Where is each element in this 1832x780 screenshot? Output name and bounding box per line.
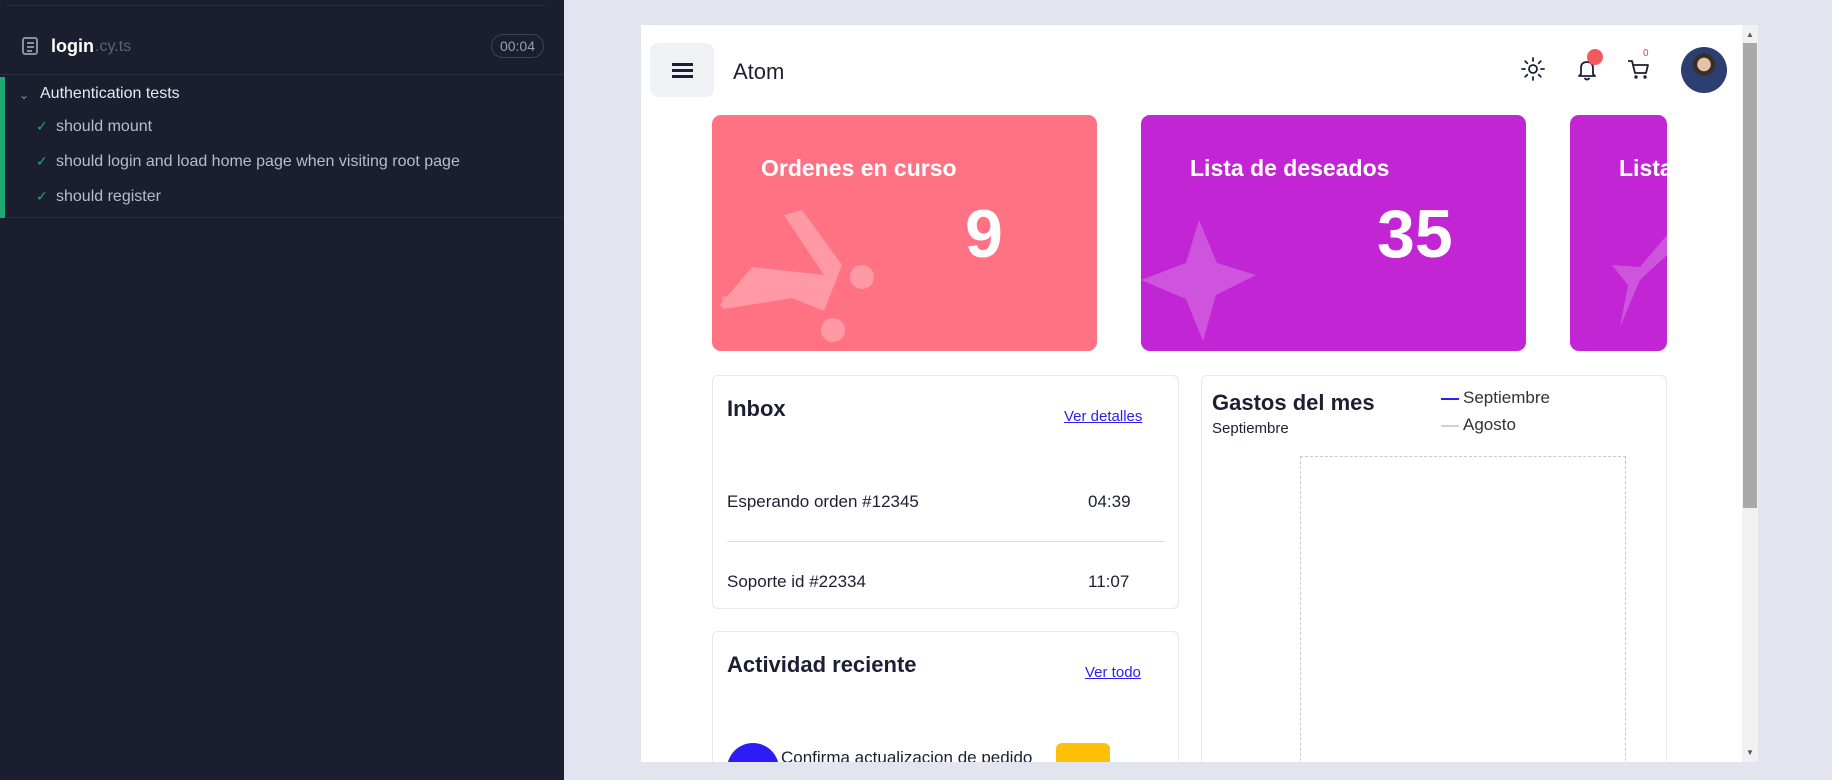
expenses-chart-panel: Gastos del mes Septiembre Septiembre Ago…: [1201, 375, 1667, 762]
status-badge: [1056, 743, 1110, 762]
cart-button[interactable]: 0: [1625, 48, 1653, 83]
inbox-row-text[interactable]: Esperando orden #12345: [727, 492, 919, 512]
legend-item[interactable]: Septiembre: [1441, 388, 1550, 408]
legend-item[interactable]: Agosto: [1441, 415, 1516, 435]
app-title: Atom: [733, 59, 785, 84]
divider: [727, 541, 1165, 542]
document-icon: [22, 37, 38, 55]
spec-file-extension: .cy.ts: [95, 38, 132, 55]
test-suite[interactable]: ⌄ Authentication tests ✓ should mount ✓ sh…: [0, 74, 564, 218]
app-viewport: Atom 0 Ordenes en curso 9 Lista de desea…: [641, 25, 1758, 762]
inbox-row-time: 04:39: [1088, 492, 1131, 511]
spec-file-header[interactable]: login .cy.ts 00:04: [0, 6, 564, 74]
inbox-panel: Inbox Ver detalles Esperando orden #1234…: [712, 375, 1179, 609]
scrollbar[interactable]: ▲ ▼: [1742, 25, 1758, 762]
cart-icon: [720, 210, 874, 342]
checkmark-icon: ✓: [36, 188, 48, 204]
star-icon: [1612, 235, 1667, 327]
notifications-button[interactable]: [1573, 49, 1603, 83]
activity-item-text[interactable]: Confirma actualizacion de pedido: [781, 748, 1032, 762]
inbox-row-text[interactable]: Soporte id #22334: [727, 572, 866, 592]
card-value: 9: [965, 196, 1003, 272]
test-label: should mount: [56, 118, 153, 135]
chart-title: Gastos del mes: [1212, 390, 1375, 415]
menu-icon: [672, 63, 693, 66]
test-item[interactable]: ✓ should login and load home page when vi…: [36, 153, 460, 175]
view-details-link[interactable]: Ver detalles: [1064, 408, 1142, 425]
sun-icon: [1521, 57, 1545, 81]
notification-badge: [1587, 49, 1603, 65]
star-icon: [1141, 220, 1256, 341]
checkmark-icon: ✓: [36, 118, 48, 134]
legend-swatch: [1441, 424, 1459, 427]
scroll-down-icon[interactable]: ▼: [1746, 748, 1754, 757]
chart-plot-area: [1300, 456, 1626, 762]
view-all-link[interactable]: Ver todo: [1085, 664, 1141, 681]
test-label: should register: [56, 188, 161, 205]
stat-card-wishlist[interactable]: Lista de deseados 35: [1141, 115, 1526, 351]
menu-button[interactable]: [650, 43, 714, 97]
test-label: should login and load home page when vis…: [56, 153, 460, 170]
duration-badge: 00:04: [491, 34, 544, 58]
card-label: Lista de deseados: [1190, 155, 1390, 181]
cart-count-badge: 0: [1643, 48, 1649, 59]
stat-card-list[interactable]: Lista: [1570, 115, 1667, 351]
stat-card-orders[interactable]: Ordenes en curso 9: [712, 115, 1097, 351]
suite-status-bar: [0, 77, 5, 218]
legend-label: Agosto: [1463, 415, 1516, 434]
test-reporter-panel: login .cy.ts 00:04 ⌄ Authentication test…: [0, 0, 564, 780]
card-value: 35: [1377, 196, 1453, 272]
inbox-title: Inbox: [727, 396, 786, 421]
avatar[interactable]: [1681, 47, 1727, 93]
scrollbar-thumb[interactable]: [1743, 43, 1757, 508]
card-label: Ordenes en curso: [761, 155, 957, 181]
inbox-row-time: 11:07: [1088, 572, 1130, 591]
chevron-down-icon[interactable]: ⌄: [19, 88, 29, 102]
checkmark-icon: ✓: [36, 153, 48, 169]
test-item[interactable]: ✓ should mount: [36, 118, 152, 140]
legend-swatch: [1441, 397, 1459, 400]
recent-activity-panel: Actividad reciente Ver todo Confirma act…: [712, 631, 1179, 762]
card-label: Lista: [1619, 155, 1667, 181]
scroll-up-icon[interactable]: ▲: [1746, 30, 1754, 39]
theme-toggle-button[interactable]: [1519, 55, 1547, 83]
legend-label: Septiembre: [1463, 388, 1550, 407]
suite-title: Authentication tests: [40, 85, 180, 102]
chart-subtitle: Septiembre: [1212, 420, 1289, 437]
cart-icon: [1628, 60, 1649, 79]
activity-title: Actividad reciente: [727, 652, 917, 677]
activity-avatar: [727, 743, 779, 762]
test-item[interactable]: ✓ should register: [36, 188, 161, 210]
spec-file-name: login: [51, 36, 94, 56]
